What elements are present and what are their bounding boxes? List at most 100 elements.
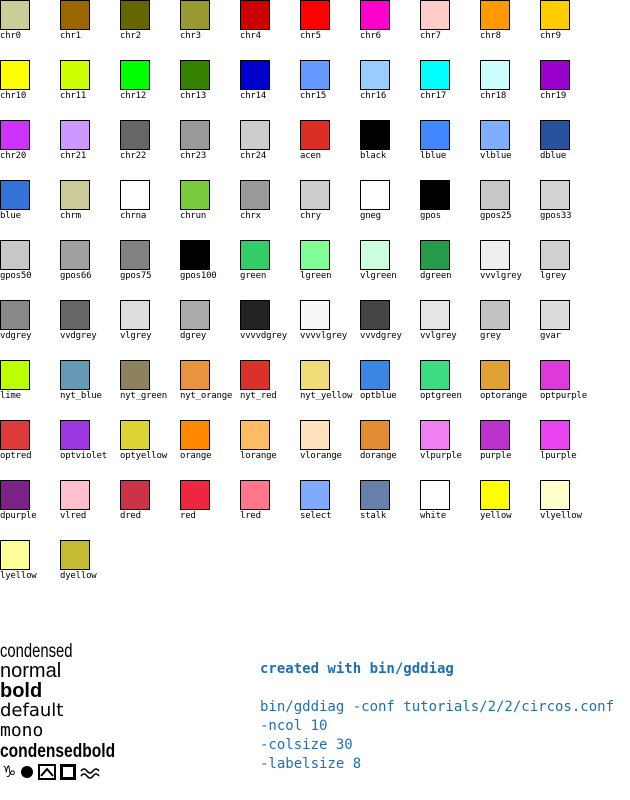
swatch-cell: vvdgrey [60,300,120,360]
swatch-cell: chry [300,180,360,240]
color-swatch [360,480,390,510]
swatch-label: gneg [360,211,381,221]
swatch-cell: chr11 [60,60,120,120]
swatch-cell: chr2 [120,0,180,60]
swatch-cell: lorange [240,420,300,480]
swatch-label: vlpurple [420,451,462,461]
swatch-cell: vdgrey [0,300,60,360]
color-swatch [60,0,90,30]
swatch-cell: chrna [120,180,180,240]
swatch-label: optgreen [420,391,462,401]
swatch-label: vlyellow [540,511,582,521]
swatch-label: chr9 [540,31,561,41]
color-swatch [420,300,450,330]
swatch-label: grey [480,331,501,341]
swatch-cell: gvar [540,300,600,360]
swatch-cell: chr17 [420,60,480,120]
swatch-label: yellow [480,511,512,521]
swatch-cell: red [180,480,240,540]
swatch-label: nyt_yellow [300,391,353,401]
color-swatch [60,240,90,270]
color-swatch [360,60,390,90]
color-swatch [0,540,30,570]
color-swatch [540,60,570,90]
swatch-cell: vlgrey [120,300,180,360]
swatch-cell: chr4 [240,0,300,60]
swatch-cell: chr0 [0,0,60,60]
swatch-label: vvlgrey [420,331,457,341]
color-swatch [420,120,450,150]
swatch-label: stalk [360,511,387,521]
swatch-label: gpos50 [0,271,32,281]
color-swatch [300,300,330,330]
swatch-cell: vvvvdgrey [240,300,300,360]
color-swatch [0,60,30,90]
color-swatch [0,0,30,30]
swatch-cell: optviolet [60,420,120,480]
swatch-cell: vvvdgrey [360,300,420,360]
swatch-label: white [420,511,447,521]
swatch-label: chr19 [540,91,567,101]
mountain-box-icon [38,764,57,780]
swatch-cell: chrm [60,180,120,240]
color-swatch [240,120,270,150]
color-swatch [540,180,570,210]
swatch-label: gpos [420,211,441,221]
swatch-cell: dpurple [0,480,60,540]
note-title: created with bin/gddiag [260,661,454,677]
color-swatch [240,0,270,30]
swatch-cell: select [300,480,360,540]
swatch-cell: chr16 [360,60,420,120]
swatch-label: gpos33 [540,211,572,221]
swatch-cell: nyt_red [240,360,300,420]
swatch-cell: optorange [480,360,540,420]
swatch-cell: white [420,480,480,540]
color-swatch [360,360,390,390]
swatch-cell: lpurple [540,420,600,480]
swatch-cell: gpos25 [480,180,540,240]
swatch-cell: lime [0,360,60,420]
swatch-label: chr5 [300,31,321,41]
swatch-cell: chr1 [60,0,120,60]
swatch-label: chr3 [180,31,201,41]
swatch-cell: gpos66 [60,240,120,300]
swatch-label: gpos100 [180,271,217,281]
swatch-cell: acen [300,120,360,180]
swatch-cell: vvlgrey [420,300,480,360]
command-line-3: -colsize 30 [260,737,353,753]
color-swatch [60,120,90,150]
color-swatch [180,420,210,450]
color-swatch [480,300,510,330]
font-sample-mono: mono [0,720,44,741]
open-square-icon [60,764,77,780]
swatch-label: vvdgrey [60,331,97,341]
swatch-label: acen [300,151,321,161]
color-swatch [240,480,270,510]
swatch-cell: gpos33 [540,180,600,240]
color-swatch [300,480,330,510]
swatch-label: dpurple [0,511,37,521]
command-line-4: -labelsize 8 [260,756,362,772]
swatch-cell: blue [0,180,60,240]
swatch-cell: gneg [360,180,420,240]
color-swatch [240,420,270,450]
swatch-label: chr18 [480,91,507,101]
swatch-label: chr16 [360,91,387,101]
swatch-label: chrm [60,211,81,221]
swatch-cell: vvvvlgrey [300,300,360,360]
color-swatch [540,360,570,390]
swatch-cell: optyellow [120,420,180,480]
color-swatch [120,300,150,330]
swatch-label: optred [0,451,32,461]
swatch-label: chr20 [0,151,27,161]
color-swatch [120,240,150,270]
swatch-cell: vvvlgrey [480,240,540,300]
swatch-label: lgreen [300,271,332,281]
swatch-label: chr24 [240,151,267,161]
font-sample-normal: normal [0,660,62,682]
color-swatch [120,420,150,450]
swatch-cell: chr5 [300,0,360,60]
swatch-label: vvvlgrey [480,271,522,281]
color-swatch [120,360,150,390]
swatch-cell: optblue [360,360,420,420]
